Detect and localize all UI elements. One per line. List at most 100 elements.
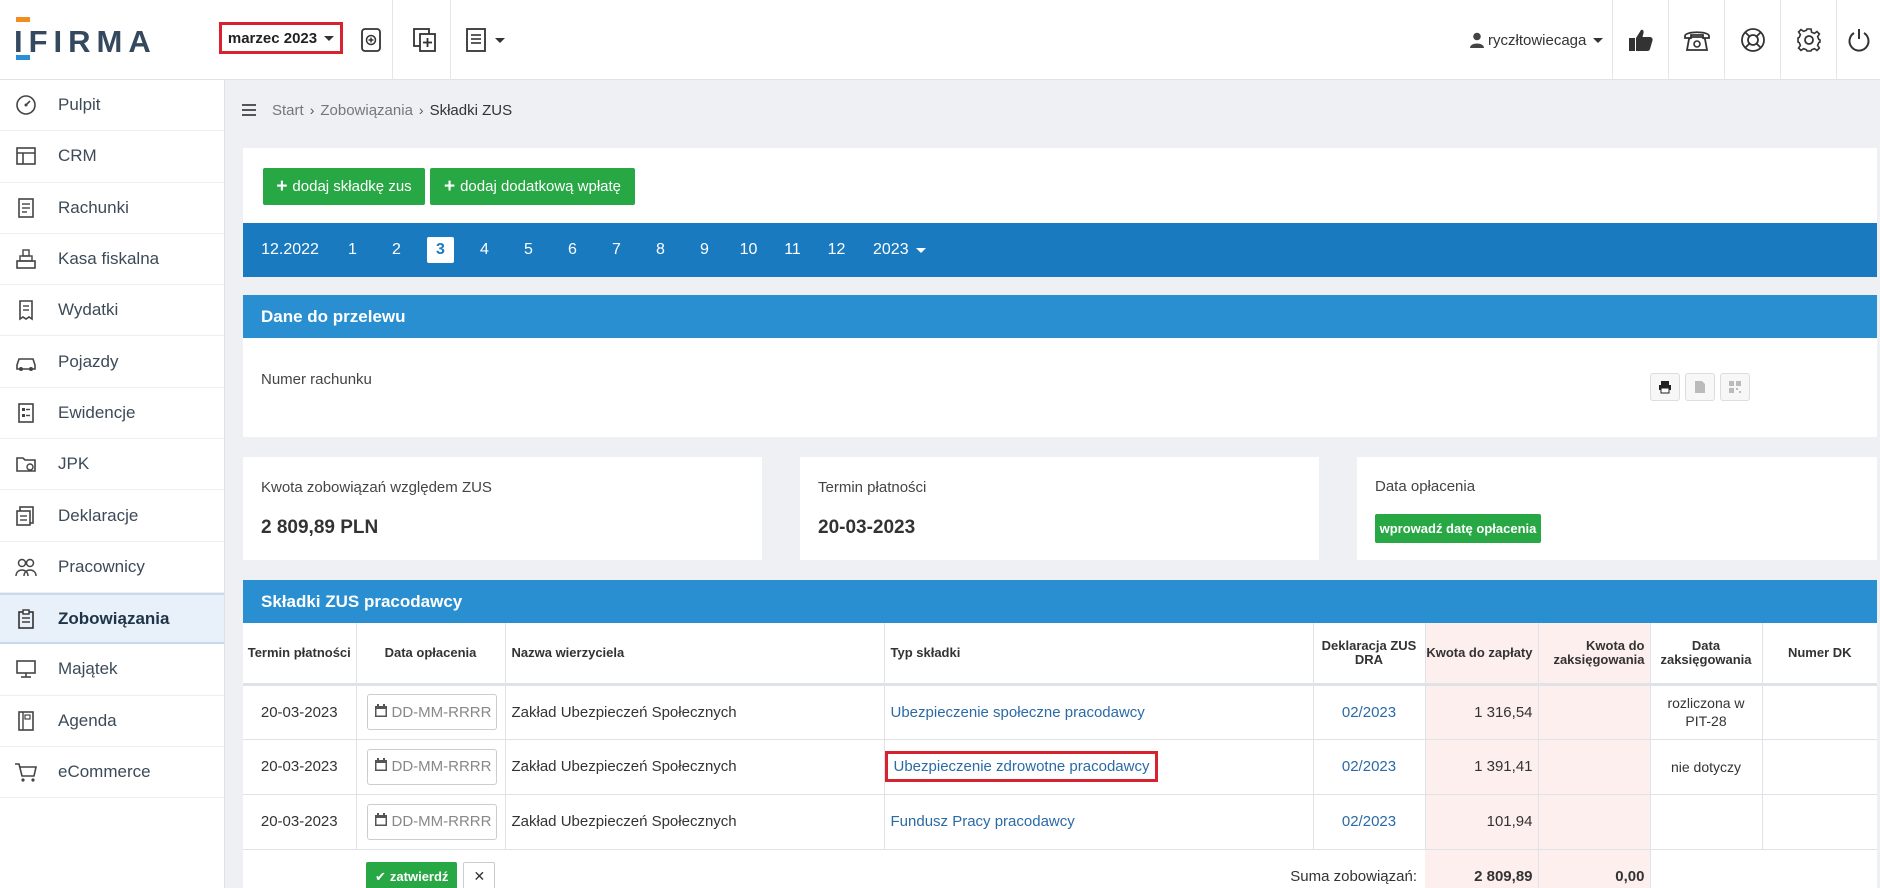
sidebar-item-majatek[interactable]: Majątek [0,644,224,696]
tab-month-4[interactable]: 4 [471,237,498,263]
add-document-button[interactable] [399,0,451,80]
due-date-label: Termin płatności [818,479,927,496]
col-contribution-type[interactable]: Typ składki [884,623,1314,686]
recommend-button[interactable] [1612,0,1668,80]
cell-dk-number [1762,684,1877,740]
qr-code-button[interactable] [1720,373,1750,401]
tab-month-2[interactable]: 2 [383,237,410,263]
crm-icon [14,144,38,168]
cancel-button[interactable]: ✕ [463,862,496,888]
contribution-type-link[interactable]: Ubezpieczenie społeczne pracodawcy [891,704,1145,721]
tab-month-6[interactable]: 6 [559,237,586,263]
clipboard-icon [14,607,38,631]
sidebar-item-zobowiazania[interactable]: Zobowiązania [0,592,224,645]
col-declaration[interactable]: Deklaracja ZUS DRA [1313,623,1426,686]
print-icon [1659,381,1671,394]
sidebar-item-crm[interactable]: CRM [0,131,224,183]
sidebar-item-ewidencje[interactable]: Ewidencje [0,388,224,440]
sidebar-item-jpk[interactable]: JPK [0,439,224,491]
month-tabs: 12.2022 1 2 3 4 5 6 7 8 9 10 11 12 2023 [243,223,1877,277]
payment-date-input[interactable]: DD-MM-RRRR [366,748,497,785]
declaration-link[interactable]: 02/2023 [1342,813,1396,830]
col-due-date[interactable]: Termin płatności [243,623,357,686]
col-dk-number[interactable]: Numer DK [1762,623,1877,686]
bill-icon [14,196,38,220]
sidebar-item-ecommerce[interactable]: eCommerce [0,747,224,799]
add-extra-payment-button[interactable]: + dodaj dodatkową wpłatę [430,168,635,205]
contact-button[interactable] [1668,0,1724,80]
payment-date-input[interactable]: DD-MM-RRRR [366,694,497,730]
tab-month-12-2022[interactable]: 12.2022 [261,237,319,263]
confirm-label: zatwierdź [389,869,449,885]
sidebar-item-label: Rachunki [58,197,129,217]
confirm-button[interactable]: ✔ zatwierdź [366,862,458,888]
sidebar-item-label: CRM [58,146,97,166]
cell-payment-date: DD-MM-RRRR [356,794,506,850]
settings-button[interactable] [1780,0,1836,80]
cell-dk-number [1762,739,1877,795]
sidebar-item-label: Wydatki [58,300,119,320]
col-payment-date[interactable]: Data opłacenia [356,623,506,686]
tab-month-8[interactable]: 8 [647,237,674,263]
tab-month-7[interactable]: 7 [603,237,630,263]
add-receipt-button[interactable] [349,0,393,80]
account-number-label: Numer rachunku [261,371,372,388]
month-select[interactable]: marzec 2023 [219,22,343,54]
zus-table-header: Składki ZUS pracodawcy [243,580,1877,623]
col-amount-to-book[interactable]: Kwota do zaksięgowania [1538,623,1651,686]
tab-month-10[interactable]: 10 [735,237,762,263]
year-select[interactable]: 2023 [867,237,932,263]
sidebar-item-pulpit[interactable]: Pulpit [0,80,224,132]
sidebar-item-rachunki[interactable]: Rachunki [0,183,224,234]
col-creditor[interactable]: Nazwa wierzyciela [505,623,885,686]
table-row: 20-03-2023 DD-MM-RRRR Zakład Ubezpieczeń… [243,684,1877,740]
documents-menu-button[interactable] [455,0,513,80]
tab-month-1[interactable]: 1 [339,237,366,263]
help-button[interactable] [1724,0,1780,80]
sidebar-item-label: Pracownicy [58,556,145,576]
cell-due-date: 20-03-2023 [243,739,357,795]
breadcrumb-start[interactable]: Start [272,102,304,119]
transfer-panel: Numer rachunku [243,338,1877,437]
enter-payment-date-button[interactable]: wprowadź datę opłacenia [1375,514,1541,543]
breadcrumb-zobowiazania[interactable]: Zobowiązania [320,102,413,119]
print-button[interactable] [1650,373,1680,401]
car-icon [14,350,38,374]
tab-month-3[interactable]: 3 [427,237,454,263]
calendar-icon [374,758,387,775]
tab-month-9[interactable]: 9 [691,237,718,263]
chevron-down-icon [494,37,505,43]
user-menu[interactable]: ryczłtowiecaga [1470,0,1604,80]
payment-date-card: Data opłacenia wprowadź datę opłacenia [1357,457,1877,560]
chevron-right-icon: › [309,102,315,118]
contribution-type-link[interactable]: Fundusz Pracy pracodawcy [891,813,1075,830]
sidebar-item-wydatki[interactable]: Wydatki [0,285,224,337]
plus-icon: + [276,176,288,197]
sidebar-item-pracownicy[interactable]: Pracownicy [0,542,224,593]
contribution-type-link[interactable]: Ubezpieczenie zdrowotne pracodawcy [884,751,1159,782]
receipt-plus-icon [360,28,381,52]
cell-contribution-type: Ubezpieczenie zdrowotne pracodawcy [884,739,1314,795]
logout-button[interactable] [1836,0,1880,80]
agenda-icon [14,709,38,733]
payment-date-input[interactable]: DD-MM-RRRR [366,803,497,840]
tab-month-11[interactable]: 11 [779,237,806,263]
breadcrumb-current: Składki ZUS [429,101,513,119]
chevron-down-icon [1593,37,1604,43]
declaration-link[interactable]: 02/2023 [1342,704,1396,721]
menu-toggle-icon[interactable] [242,104,256,116]
tab-month-5[interactable]: 5 [515,237,542,263]
declaration-link[interactable]: 02/2023 [1342,758,1396,775]
cell-amount-to-book [1538,684,1651,740]
sidebar-item-kasa-fiskalna[interactable]: Kasa fiskalna [0,234,224,286]
tab-month-12[interactable]: 12 [823,237,850,263]
sidebar-item-deklaracje[interactable]: Deklaracje [0,490,224,542]
sidebar-item-pojazdy[interactable]: Pojazdy [0,336,224,388]
col-booking-date[interactable]: Data zaksięgowania [1650,623,1763,686]
chevron-down-icon [324,35,335,41]
col-amount-to-pay[interactable]: Kwota do zapłaty [1425,623,1539,686]
power-icon [1848,29,1869,52]
add-zus-button[interactable]: + dodaj składkę zus [263,168,425,205]
export-button[interactable] [1685,373,1715,401]
sidebar-item-agenda[interactable]: Agenda [0,696,224,747]
